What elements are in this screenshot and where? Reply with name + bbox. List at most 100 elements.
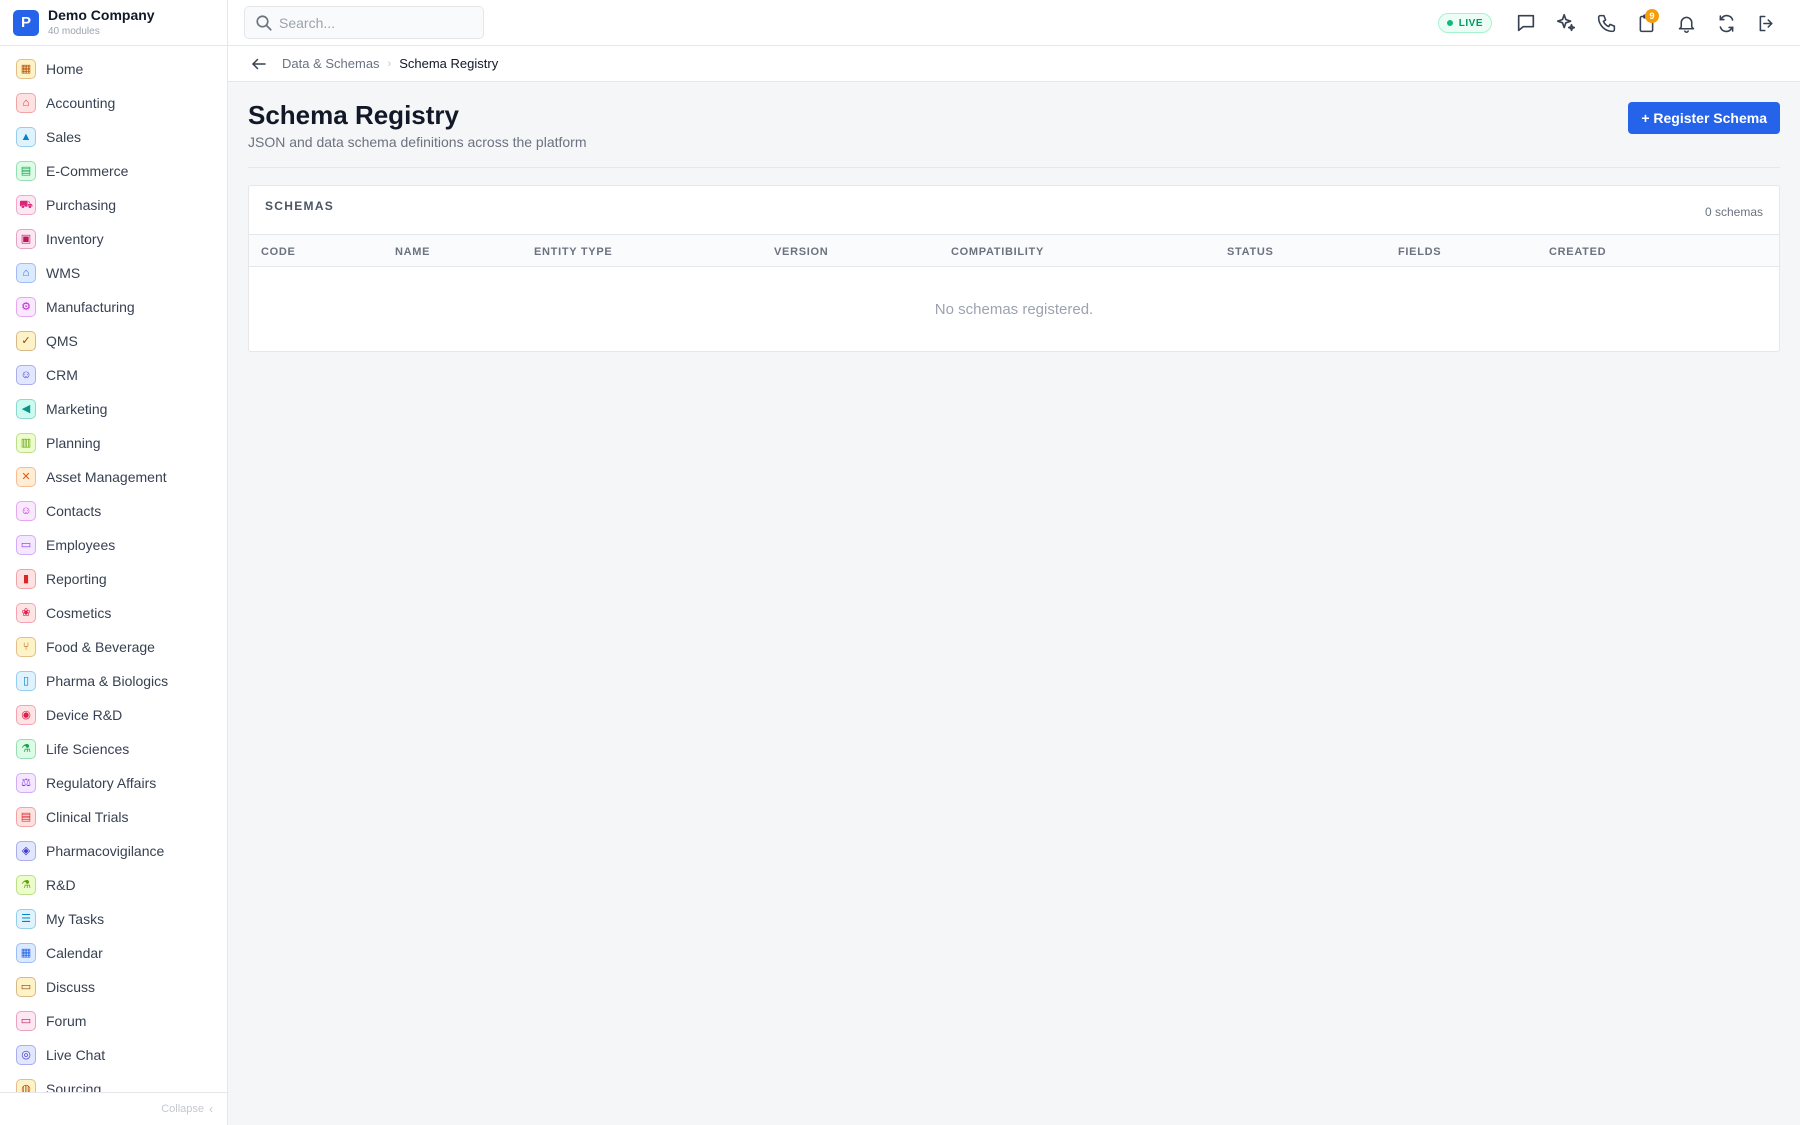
back-button[interactable] xyxy=(246,51,272,77)
column-header-created[interactable]: CREATED xyxy=(1549,246,1606,258)
sidebar-item-label: Live Chat xyxy=(46,1047,106,1063)
sidebar-item-food-beverage[interactable]: ⑂ Food & Beverage xyxy=(0,630,227,664)
sidebar-item-calendar[interactable]: ▦ Calendar xyxy=(0,936,227,970)
clipboard-medical-icon: ▤ xyxy=(16,807,36,827)
sidebar-item-manufacturing[interactable]: ⚙ Manufacturing xyxy=(0,290,227,324)
sidebar-item-forum[interactable]: ▭ Forum xyxy=(0,1004,227,1038)
sidebar-item-asset-management[interactable]: ✕ Asset Management xyxy=(0,460,227,494)
breadcrumb: Data & Schemas › Schema Registry xyxy=(228,46,1800,82)
column-header-compatibility[interactable]: COMPATIBILITY xyxy=(951,246,1044,258)
sidebar-item-live-chat[interactable]: ◎ Live Chat xyxy=(0,1038,227,1072)
sidebar-item-e-commerce[interactable]: ▤ E-Commerce xyxy=(0,154,227,188)
register-schema-button[interactable]: + Register Schema xyxy=(1628,102,1780,134)
sidebar-item-crm[interactable]: ☺ CRM xyxy=(0,358,227,392)
bar-chart-icon: ▮ xyxy=(16,569,36,589)
tag-icon: ▲ xyxy=(16,127,36,147)
sidebar-item-discuss[interactable]: ▭ Discuss xyxy=(0,970,227,1004)
sidebar-item-label: Reporting xyxy=(46,571,107,587)
breadcrumb-parent[interactable]: Data & Schemas xyxy=(282,56,380,71)
chat-bubbles-icon: ▭ xyxy=(16,977,36,997)
sidebar-item-employees[interactable]: ▭ Employees xyxy=(0,528,227,562)
page-subtitle: JSON and data schema definitions across … xyxy=(248,134,587,150)
sidebar-item-label: Contacts xyxy=(46,503,102,519)
notifications-button[interactable] xyxy=(1666,3,1706,43)
column-header-status[interactable]: STATUS xyxy=(1227,246,1274,258)
store-icon: ▤ xyxy=(16,161,36,181)
sidebar-item-life-sciences[interactable]: ⚗ Life Sciences xyxy=(0,732,227,766)
column-header-fields[interactable]: FIELDS xyxy=(1398,246,1441,258)
sidebar-item-label: Marketing xyxy=(46,401,108,417)
sidebar-item-cosmetics[interactable]: ❀ Cosmetics xyxy=(0,596,227,630)
brand-header[interactable]: P Demo Company 40 modules xyxy=(0,0,227,46)
collapse-button[interactable]: Collapse ‹ xyxy=(0,1092,227,1125)
pill-bottle-icon: ▯ xyxy=(16,671,36,691)
sync-button[interactable] xyxy=(1706,3,1746,43)
sidebar-item-marketing[interactable]: ◀ Marketing xyxy=(0,392,227,426)
sidebar-item-contacts[interactable]: ☺ Contacts xyxy=(0,494,227,528)
search-box[interactable] xyxy=(244,6,484,39)
sidebar-item-clinical-trials[interactable]: ▤ Clinical Trials xyxy=(0,800,227,834)
cart-icon: ⛟ xyxy=(16,195,36,215)
module-count: 40 modules xyxy=(48,25,100,37)
contact-card-icon: ☺ xyxy=(16,501,36,521)
forum-icon: ▭ xyxy=(16,1011,36,1031)
sidebar-item-label: WMS xyxy=(46,265,81,281)
sidebar-item-label: Sales xyxy=(46,129,82,145)
sidebar-item-purchasing[interactable]: ⛟ Purchasing xyxy=(0,188,227,222)
collapse-label: Collapse xyxy=(161,1103,204,1115)
briefcase-icon: ▭ xyxy=(16,535,36,555)
tasks-notifications-button[interactable]: 9 xyxy=(1626,3,1666,43)
sidebar-item-label: Life Sciences xyxy=(46,741,130,757)
sidebar-item-label: Manufacturing xyxy=(46,299,135,315)
sidebar-item-label: My Tasks xyxy=(46,911,105,927)
checklist-icon: ☰ xyxy=(16,909,36,929)
sidebar-item-r-d[interactable]: ⚗ R&D xyxy=(0,868,227,902)
logout-button[interactable] xyxy=(1746,3,1786,43)
bank-icon: ⌂ xyxy=(16,93,36,113)
sidebar-item-pharmacovigilance[interactable]: ◈ Pharmacovigilance xyxy=(0,834,227,868)
column-header-version[interactable]: VERSION xyxy=(774,246,828,258)
live-status-badge: LIVE xyxy=(1437,13,1492,33)
sidebar-item-label: Pharmacovigilance xyxy=(46,843,165,859)
sidebar-item-label: Device R&D xyxy=(46,707,123,723)
sidebar-item-label: Cosmetics xyxy=(46,605,112,621)
sidebar-item-inventory[interactable]: ▣ Inventory xyxy=(0,222,227,256)
sidebar-item-my-tasks[interactable]: ☰ My Tasks xyxy=(0,902,227,936)
sidebar-item-sales[interactable]: ▲ Sales xyxy=(0,120,227,154)
live-dot xyxy=(1446,20,1453,26)
sidebar-item-label: Pharma & Biologics xyxy=(46,673,169,689)
column-header-entity-type[interactable]: ENTITY TYPE xyxy=(534,246,612,258)
column-header-name[interactable]: NAME xyxy=(395,246,430,258)
sidebar-item-home[interactable]: ▦ Home xyxy=(0,52,227,86)
megaphone-icon: ◀ xyxy=(16,399,36,419)
topbar: LIVE 9 xyxy=(228,0,1800,46)
search-icon xyxy=(256,14,272,31)
sidebar-item-label: Calendar xyxy=(46,945,103,961)
sidebar-item-label: Purchasing xyxy=(46,197,117,213)
sidebar-item-label: R&D xyxy=(46,877,76,893)
sidebar-item-pharma-biologics[interactable]: ▯ Pharma & Biologics xyxy=(0,664,227,698)
sidebar-item-label: Accounting xyxy=(46,95,116,111)
sidebar-item-device-r-d[interactable]: ◉ Device R&D xyxy=(0,698,227,732)
sidebar-item-wms[interactable]: ⌂ WMS xyxy=(0,256,227,290)
search-input[interactable] xyxy=(279,14,469,31)
sidebar-item-label: Inventory xyxy=(46,231,104,247)
page-title: Schema Registry xyxy=(248,100,459,130)
gavel-icon: ⚖ xyxy=(16,773,36,793)
phone-button[interactable] xyxy=(1586,3,1626,43)
chip-icon: ◉ xyxy=(16,705,36,725)
sidebar-item-planning[interactable]: ▥ Planning xyxy=(0,426,227,460)
shield-icon: ◈ xyxy=(16,841,36,861)
sync-icon xyxy=(1719,14,1733,32)
live-label: LIVE xyxy=(1458,17,1483,29)
chat-button[interactable] xyxy=(1506,3,1546,43)
sidebar-item-sourcing[interactable]: ◍ Sourcing xyxy=(0,1072,227,1092)
sidebar-item-reporting[interactable]: ▮ Reporting xyxy=(0,562,227,596)
ai-assistant-button[interactable] xyxy=(1546,3,1586,43)
table-title: SCHEMAS xyxy=(265,199,335,213)
sidebar-item-qms[interactable]: ✓ QMS xyxy=(0,324,227,358)
sidebar-item-regulatory-affairs[interactable]: ⚖ Regulatory Affairs xyxy=(0,766,227,800)
sidebar-item-accounting[interactable]: ⌂ Accounting xyxy=(0,86,227,120)
column-header-code[interactable]: CODE xyxy=(261,246,296,258)
sidebar-item-label: Home xyxy=(46,61,84,77)
